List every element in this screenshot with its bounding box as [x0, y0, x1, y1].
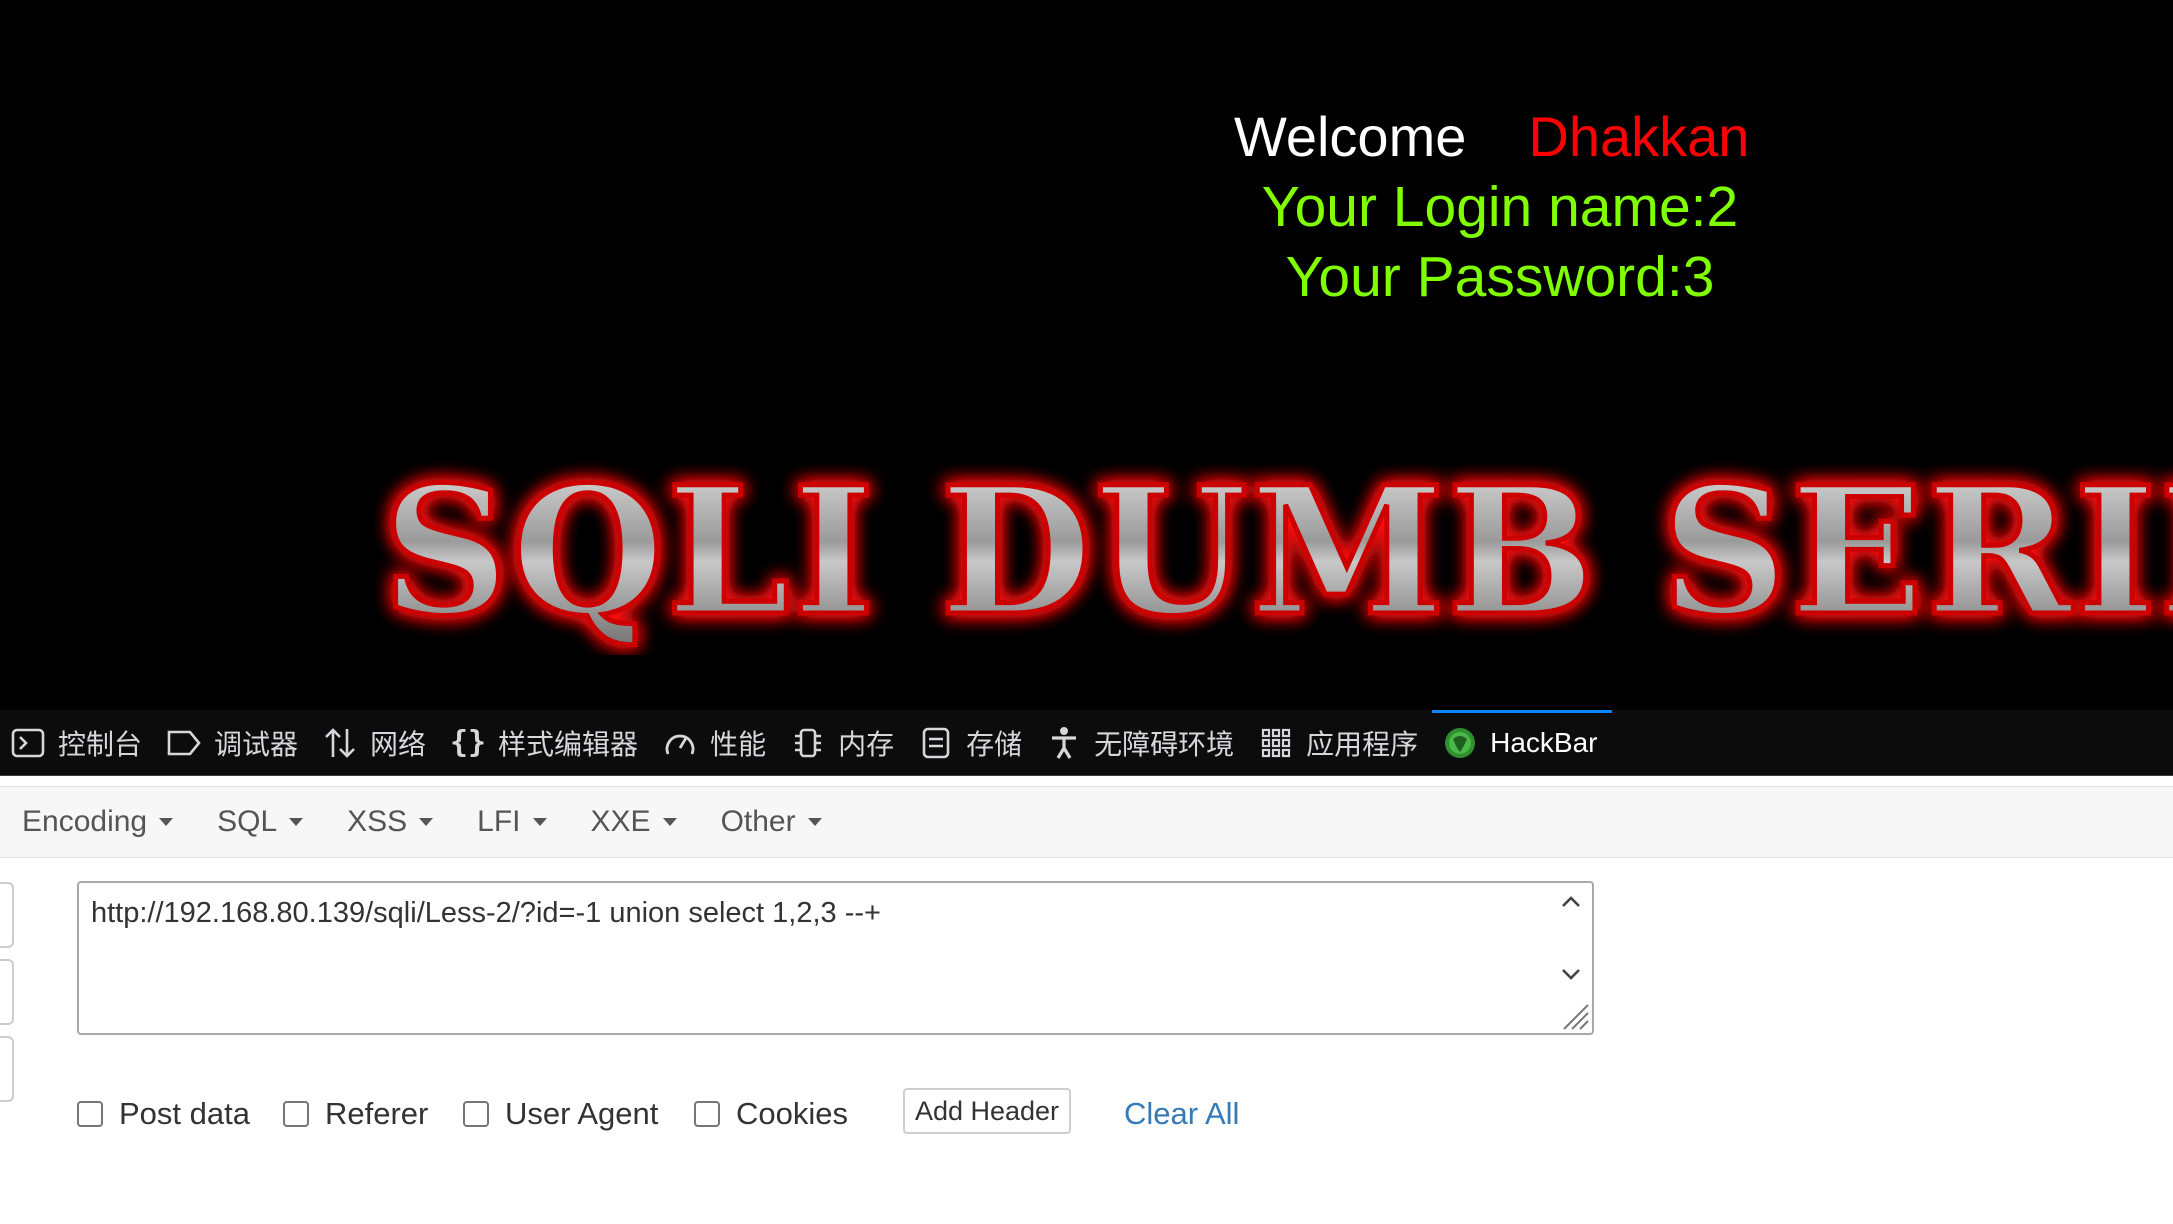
scroll-down-icon[interactable]	[1558, 961, 1584, 987]
resize-grip-icon[interactable]	[1558, 999, 1590, 1031]
referer-checkbox[interactable]	[283, 1101, 309, 1127]
referer-option[interactable]: Referer	[283, 1096, 428, 1132]
hackbar-toolbar: Encoding SQL XSS LFI XXE Other	[0, 786, 2173, 858]
menu-label: Encoding	[22, 805, 148, 838]
cookies-label: Cookies	[736, 1096, 848, 1131]
performance-icon	[662, 725, 698, 761]
caret-down-icon	[419, 818, 434, 826]
post-data-checkbox[interactable]	[77, 1101, 103, 1127]
user-agent-option[interactable]: User Agent	[463, 1096, 658, 1132]
scroll-up-icon[interactable]	[1558, 889, 1584, 915]
referer-label: Referer	[325, 1096, 429, 1131]
add-header-button[interactable]: Add Header	[903, 1088, 1071, 1134]
login-name-line: Your Login name:2	[1261, 175, 1739, 239]
menu-xxe[interactable]: XXE	[569, 805, 699, 839]
style-editor-icon: {}	[449, 725, 487, 760]
page-content: Welcome Dhakkan Your Login name:2 Your Pa…	[0, 0, 2173, 710]
load-url-button[interactable]	[0, 882, 14, 948]
menu-label: XXE	[590, 805, 651, 838]
tab-label: 样式编辑器	[498, 728, 639, 760]
tab-debugger[interactable]: 调试器	[156, 710, 312, 775]
network-icon	[322, 725, 358, 761]
cookies-checkbox[interactable]	[694, 1101, 720, 1127]
tab-memory[interactable]: 内存	[780, 710, 908, 775]
url-textarea[interactable]: http://192.168.80.139/sqli/Less-2/?id=-1…	[77, 881, 1594, 1035]
url-value: http://192.168.80.139/sqli/Less-2/?id=-1…	[91, 897, 881, 929]
hackbar-icon	[1442, 725, 1478, 761]
menu-label: XSS	[347, 805, 408, 838]
sqli-dumb-series-banner: SQLI DUMB SERIE	[360, 445, 2173, 656]
storage-icon	[918, 725, 954, 761]
user-agent-label: User Agent	[505, 1096, 659, 1131]
console-icon	[10, 725, 46, 761]
menu-xss[interactable]: XSS	[325, 805, 455, 839]
tab-label: 网络	[370, 728, 427, 760]
caret-down-icon	[662, 818, 677, 826]
tab-console[interactable]: 控制台	[0, 710, 156, 775]
password-line: Your Password:3	[1285, 245, 1715, 309]
post-data-option[interactable]: Post data	[77, 1096, 250, 1132]
menu-label: Other	[720, 805, 796, 838]
menu-label: SQL	[217, 805, 278, 838]
user-agent-checkbox[interactable]	[463, 1101, 489, 1127]
tab-label: 无障碍环境	[1094, 728, 1235, 760]
caret-down-icon	[159, 818, 174, 826]
tab-application[interactable]: 应用程序	[1248, 710, 1432, 775]
menu-label: LFI	[477, 805, 521, 838]
tab-label: 控制台	[58, 728, 143, 760]
welcome-line: Welcome Dhakkan	[1234, 102, 1749, 172]
tab-label: 性能	[710, 728, 767, 760]
post-data-label: Post data	[119, 1096, 250, 1131]
hackbar-panel: Encoding SQL XSS LFI XXE Other http://19…	[0, 776, 2173, 1224]
welcome-name: Dhakkan	[1528, 105, 1750, 168]
application-icon	[1258, 725, 1294, 761]
tab-accessibility[interactable]: 无障碍环境	[1036, 710, 1248, 775]
tab-performance[interactable]: 性能	[652, 710, 780, 775]
tab-style-editor[interactable]: {} 样式编辑器	[440, 710, 652, 775]
caret-down-icon	[807, 818, 822, 826]
cookies-option[interactable]: Cookies	[694, 1096, 848, 1132]
debugger-icon	[166, 725, 202, 761]
tab-label: 调试器	[214, 728, 299, 760]
menu-other[interactable]: Other	[699, 805, 844, 839]
devtools-tab-bar: 控制台 调试器 网络 {} 样式编辑器 性能 内存 存储 无障碍环境 应用程序 …	[0, 710, 2173, 776]
menu-sql[interactable]: SQL	[195, 805, 325, 839]
tab-label: 应用程序	[1306, 728, 1419, 760]
tab-storage[interactable]: 存储	[908, 710, 1036, 775]
tab-label: HackBar	[1490, 726, 1598, 758]
execute-button[interactable]	[0, 1036, 14, 1102]
caret-down-icon	[532, 818, 547, 826]
menu-encoding[interactable]: Encoding	[0, 805, 195, 839]
tab-label: 内存	[838, 728, 895, 760]
caret-down-icon	[289, 818, 304, 826]
tab-label: 存储	[966, 728, 1023, 760]
banner-text: SQLI DUMB SERIE	[382, 448, 2173, 655]
accessibility-icon	[1046, 725, 1082, 761]
split-url-button[interactable]	[0, 959, 14, 1025]
memory-icon	[790, 725, 826, 761]
tab-network[interactable]: 网络	[312, 710, 440, 775]
menu-lfi[interactable]: LFI	[455, 805, 568, 839]
clear-all-link[interactable]: Clear All	[1124, 1096, 1239, 1132]
tab-hackbar[interactable]: HackBar	[1432, 710, 1612, 775]
welcome-label: Welcome	[1234, 105, 1467, 168]
